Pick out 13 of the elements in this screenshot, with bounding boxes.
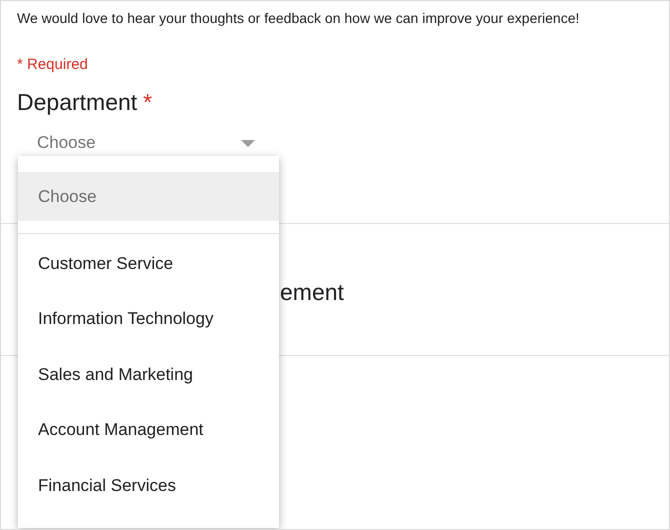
dropdown-arrow-icon bbox=[241, 140, 255, 146]
intro-text: We would love to hear your thoughts or feedback on how we can improve your experience! bbox=[17, 9, 580, 28]
menu-item[interactable]: Customer Service bbox=[18, 236, 279, 292]
required-note: * Required bbox=[17, 55, 88, 75]
question-title: Department bbox=[17, 88, 138, 117]
question-title: ement bbox=[280, 278, 344, 307]
menu-item[interactable]: Account Management bbox=[18, 402, 279, 458]
menu-item[interactable]: Choose bbox=[18, 172, 279, 221]
department-select[interactable]: Choose bbox=[17, 131, 263, 155]
required-mark: * bbox=[143, 88, 152, 117]
menu-item[interactable]: Sales and Marketing bbox=[18, 347, 279, 402]
menu-item[interactable]: Financial Services bbox=[18, 458, 279, 514]
menu-item[interactable]: Information Technology bbox=[18, 292, 279, 347]
